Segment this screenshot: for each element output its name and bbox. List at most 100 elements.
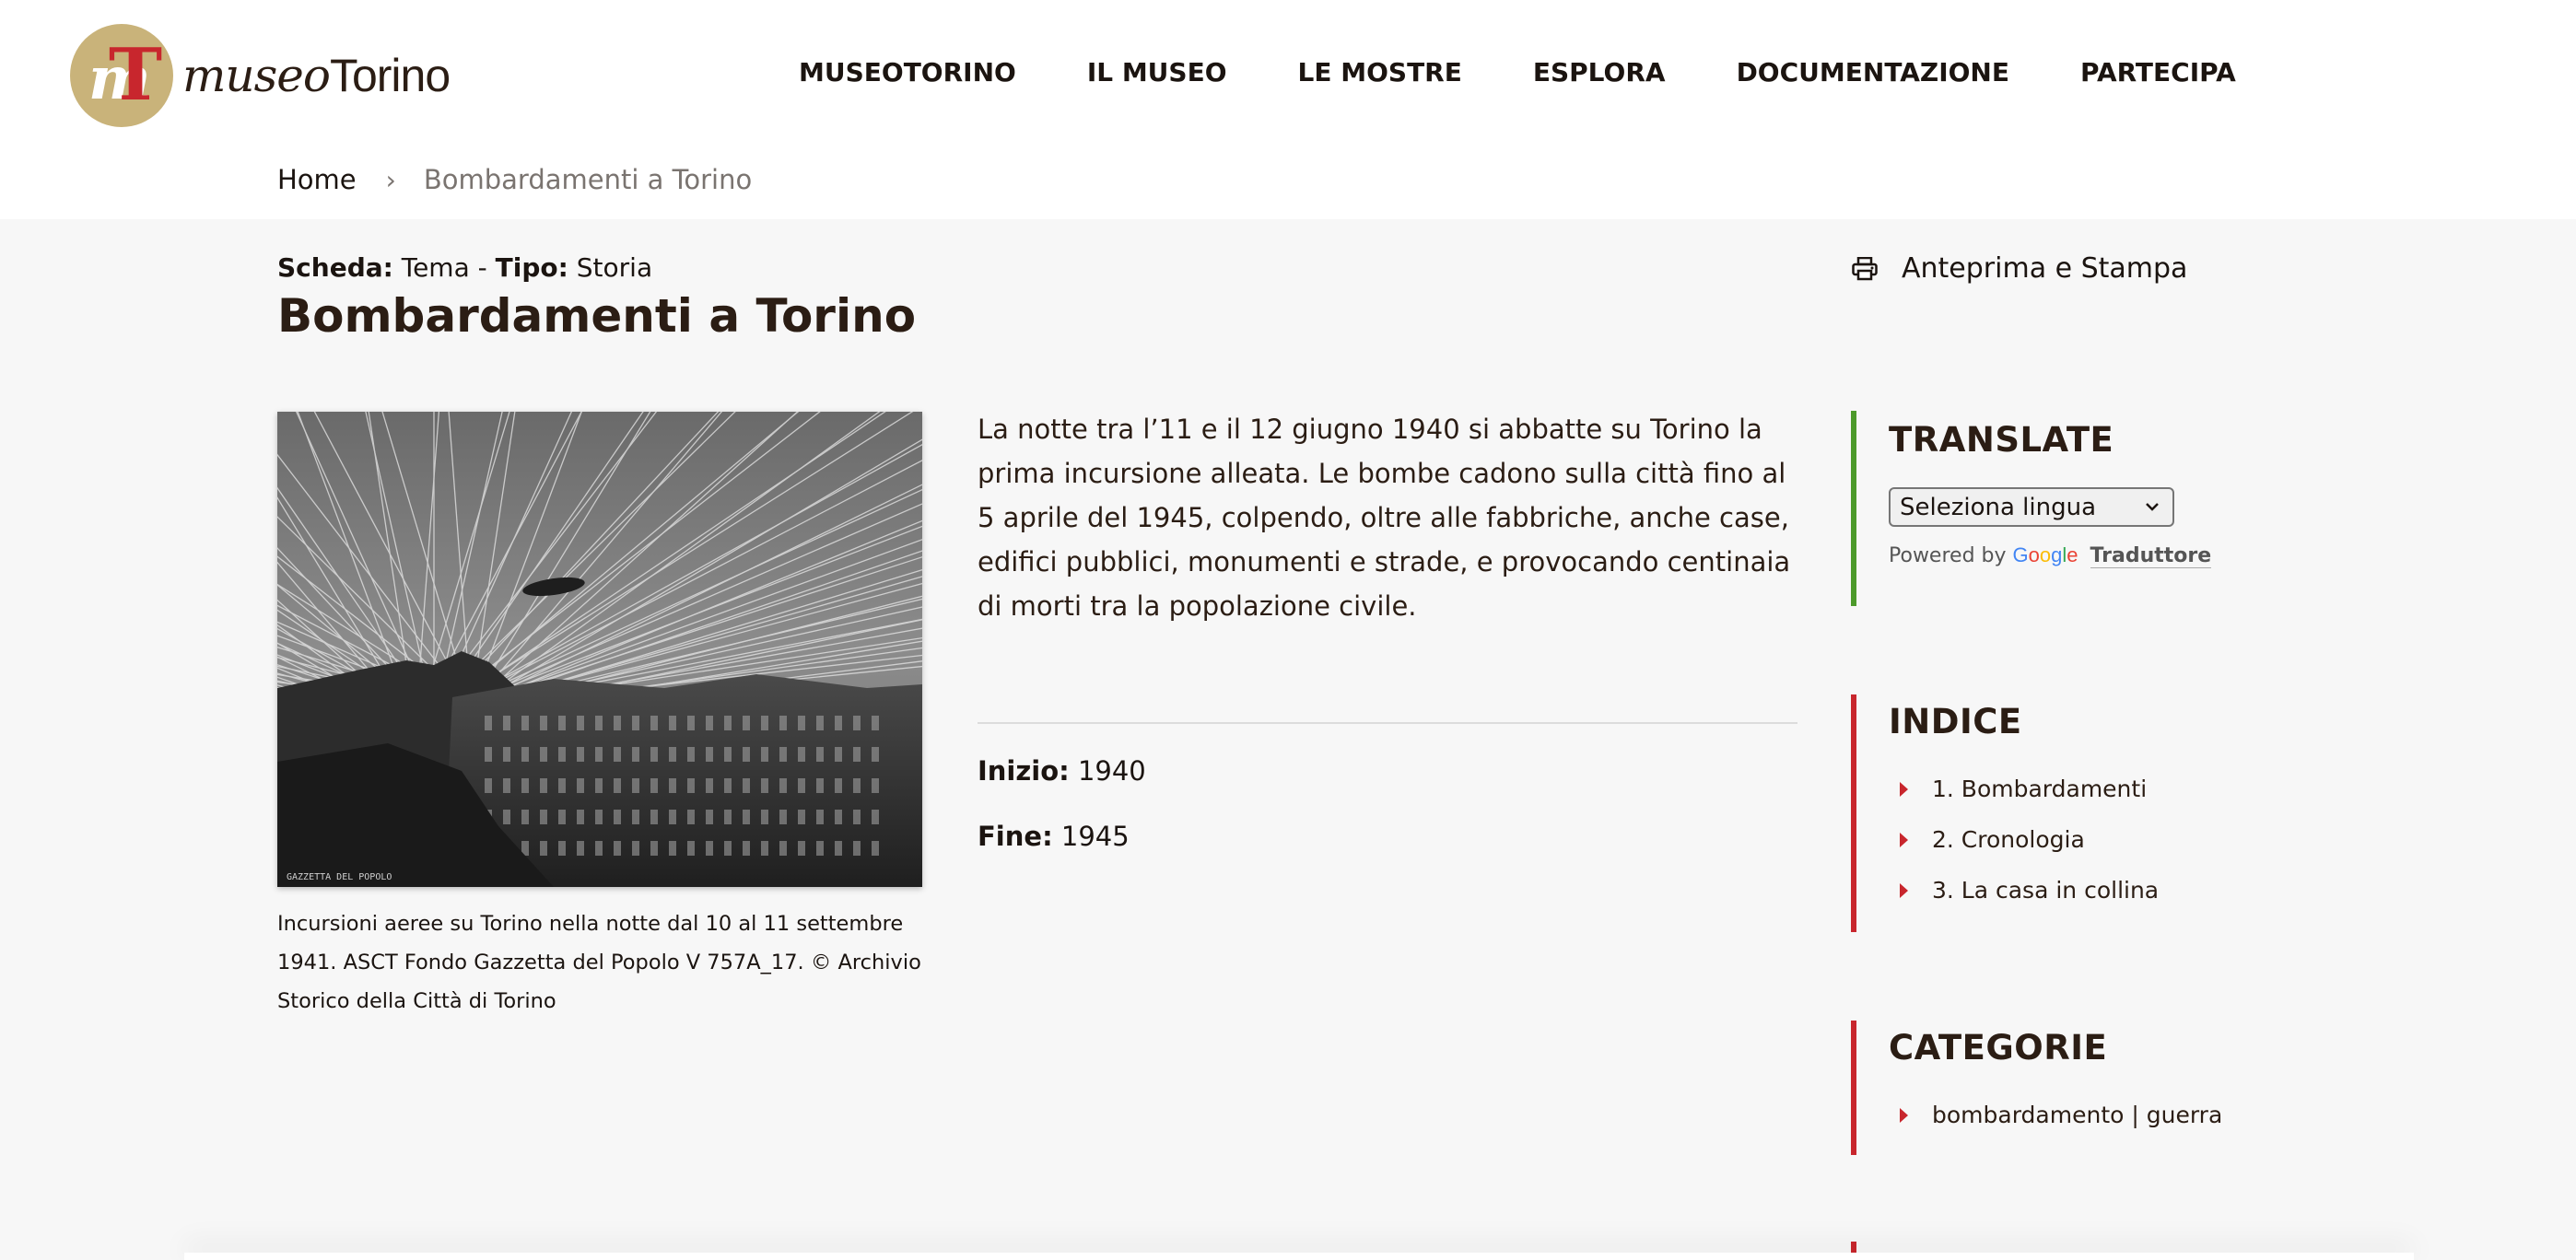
building-window — [853, 716, 861, 730]
indice-list: 1. Bombardamenti 2. Cronologia 3. La cas… — [1889, 776, 2159, 904]
building-window — [521, 747, 529, 762]
indice-title: INDICE — [1889, 702, 2022, 741]
building-window — [614, 747, 621, 762]
chevron-down-icon — [2146, 503, 2159, 511]
content-divider — [978, 722, 1797, 724]
caret-right-icon — [1900, 1107, 1908, 1123]
building-window — [521, 778, 529, 793]
indice-item-casa-in-collina[interactable]: 3. La casa in collina — [1889, 877, 2159, 904]
building-window — [761, 716, 768, 730]
indice-widget: INDICE 1. Bombardamenti 2. Cronologia 3.… — [1851, 694, 2238, 932]
building-window — [779, 841, 787, 856]
building-window — [632, 716, 639, 730]
google-logo: Google — [2012, 543, 2078, 566]
indice-item-cronologia[interactable]: 2. Cronologia — [1889, 826, 2159, 853]
page-title: Bombardamenti a Torino — [277, 289, 917, 343]
building-window — [779, 716, 787, 730]
building-window — [761, 841, 768, 856]
building-window — [743, 747, 750, 762]
building-window — [687, 841, 695, 856]
indice-item-bombardamenti[interactable]: 1. Bombardamenti — [1889, 776, 2159, 802]
building-window — [650, 810, 658, 824]
building-window — [558, 841, 566, 856]
building-window — [835, 716, 842, 730]
building-window — [687, 747, 695, 762]
building-window — [706, 810, 713, 824]
building-window — [540, 778, 547, 793]
building-window — [577, 747, 584, 762]
building-window — [798, 810, 805, 824]
building-window — [540, 716, 547, 730]
building-window — [595, 747, 603, 762]
building-window — [798, 716, 805, 730]
logo-wordmark: museoTorino — [182, 49, 451, 102]
building-window — [540, 747, 547, 762]
building-window — [669, 841, 676, 856]
fine-value: 1945 — [1060, 821, 1130, 852]
categorie-list: bombardamento | guerra — [1889, 1102, 2222, 1128]
print-preview-link[interactable]: Anteprima e Stampa — [1852, 252, 2187, 285]
nav-item-partecipa[interactable]: PARTECIPA — [2080, 57, 2236, 88]
building-window — [816, 716, 824, 730]
nav-item-le-mostre[interactable]: LE MOSTRE — [1298, 57, 1462, 88]
building-window — [577, 778, 584, 793]
building-window — [687, 810, 695, 824]
building-window — [853, 841, 861, 856]
building-window — [595, 841, 603, 856]
building-window — [706, 747, 713, 762]
building-window — [853, 810, 861, 824]
building-window — [706, 716, 713, 730]
building-window — [798, 747, 805, 762]
building-window — [798, 778, 805, 793]
printer-icon — [1852, 256, 1878, 280]
language-select[interactable]: Seleziona lingua — [1889, 487, 2174, 527]
building-window — [687, 716, 695, 730]
building-window — [724, 810, 732, 824]
google-translate-link[interactable]: Traduttore — [2090, 544, 2212, 568]
inizio-row: Inizio: 1940 — [978, 755, 1146, 787]
categorie-title: CATEGORIE — [1889, 1028, 2108, 1068]
building-window — [743, 716, 750, 730]
building-window — [558, 747, 566, 762]
building-window — [761, 778, 768, 793]
main-nav: MUSEOTORINO IL MUSEO LE MOSTRE ESPLORA D… — [799, 57, 2236, 88]
building-window — [558, 810, 566, 824]
building-window — [779, 810, 787, 824]
nav-item-documentazione[interactable]: DOCUMENTAZIONE — [1737, 57, 2009, 88]
building-window — [743, 778, 750, 793]
intro-text: La notte tra l’11 e il 12 giugno 1940 si… — [978, 414, 1791, 622]
language-select-value: Seleziona lingua — [1900, 493, 2097, 521]
building-window — [816, 778, 824, 793]
building-window — [761, 747, 768, 762]
nav-item-il-museo[interactable]: IL MUSEO — [1087, 57, 1227, 88]
building-window — [816, 747, 824, 762]
building-window — [485, 747, 492, 762]
categorie-item[interactable]: bombardamento | guerra — [1889, 1102, 2222, 1128]
print-preview-label: Anteprima e Stampa — [1902, 252, 2188, 285]
nav-item-museotorino[interactable]: MUSEOTORINO — [799, 57, 1016, 88]
inizio-label: Inizio: — [978, 755, 1070, 787]
building-window — [706, 778, 713, 793]
building-window — [558, 778, 566, 793]
breadcrumb-home-link[interactable]: Home — [277, 164, 357, 195]
building-window — [521, 716, 529, 730]
translate-widget: TRANSLATE Seleziona lingua Powered by Go… — [1851, 411, 2238, 606]
building-window — [872, 841, 879, 856]
building-window — [595, 810, 603, 824]
building-window — [835, 778, 842, 793]
building-window — [650, 747, 658, 762]
building-window — [632, 810, 639, 824]
building-window — [743, 810, 750, 824]
inizio-value: 1940 — [1077, 755, 1146, 787]
site-logo[interactable]: m T museoTorino — [70, 24, 451, 127]
article-photo[interactable]: GAZZETTA DEL POPOLO — [277, 412, 922, 887]
nav-item-esplora[interactable]: ESPLORA — [1533, 57, 1666, 88]
logo-text-regular: Torino — [329, 50, 451, 101]
scheda-value: Tema — [401, 252, 470, 283]
building-window — [632, 841, 639, 856]
building-window — [816, 810, 824, 824]
building-window — [724, 841, 732, 856]
scheda-label: Scheda: — [277, 252, 393, 283]
building-window — [761, 810, 768, 824]
building-window — [816, 841, 824, 856]
